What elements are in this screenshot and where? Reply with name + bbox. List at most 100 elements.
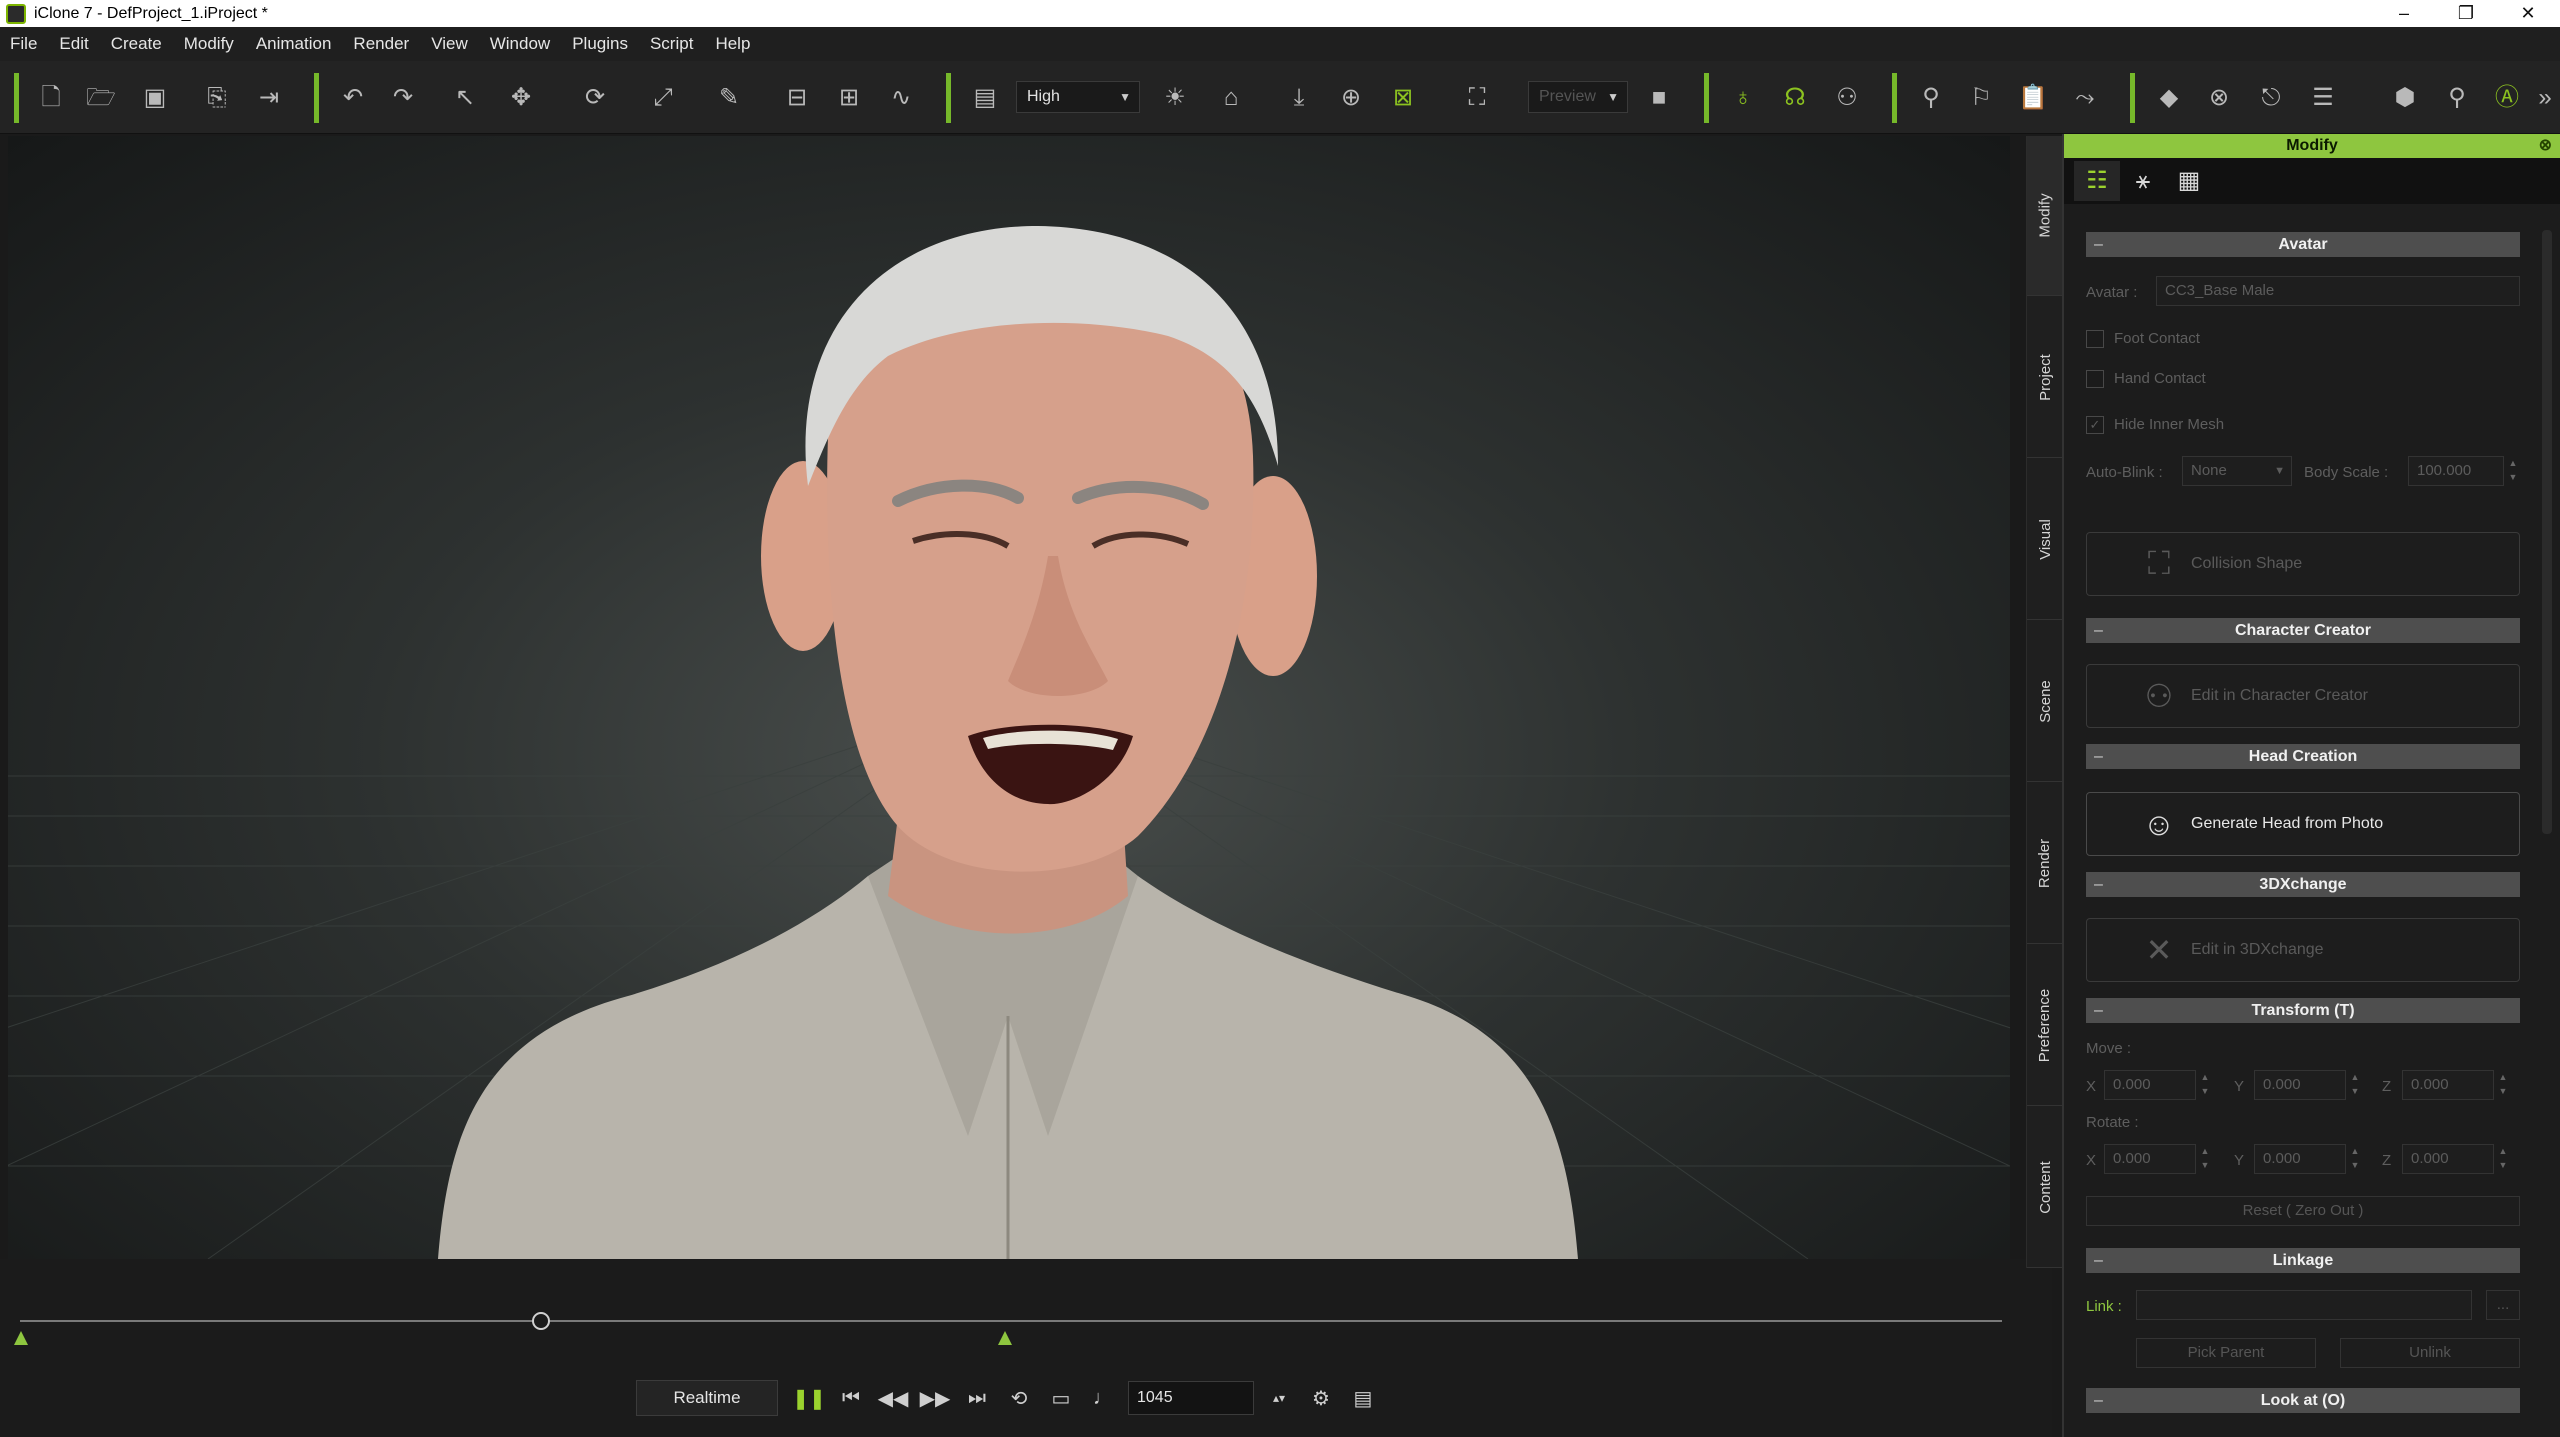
edit-in-character-creator-button[interactable]: ⚇ Edit in Character Creator (2086, 664, 2520, 728)
clipboard-icon[interactable]: 📋 (2016, 81, 2050, 115)
browse-link-button[interactable]: ... (2486, 1290, 2520, 1320)
menu-plugins[interactable]: Plugins (572, 34, 628, 54)
tab-content[interactable]: Content (2027, 1108, 2063, 1268)
camera-icon[interactable]: ■ (1642, 81, 1676, 115)
music-note-icon[interactable]: ♩ (1082, 1387, 1124, 1410)
hide-inner-mesh-checkbox[interactable]: ✓ (2086, 416, 2104, 434)
light-icon[interactable]: ☀ (1158, 81, 1192, 115)
section-3dxchange[interactable]: – 3DXchange (2086, 872, 2520, 897)
undo-icon[interactable]: ↶ (336, 81, 370, 115)
spinner-icon[interactable]: ▲ ▼ (2198, 1144, 2212, 1174)
save-icon[interactable]: ▣ (138, 81, 172, 115)
scale-icon[interactable]: ⤢ (646, 81, 680, 115)
timeline-track[interactable] (20, 1320, 2002, 1322)
frame-icon[interactable]: ⛶ (1460, 81, 1494, 115)
generate-head-from-photo-button[interactable]: ☺ Generate Head from Photo (2086, 792, 2520, 856)
move-icon[interactable]: ✥ (504, 81, 538, 115)
face-puppet-icon[interactable]: ☊ (1778, 81, 1812, 115)
align-icon[interactable]: ⊟ (780, 81, 814, 115)
tab-visual[interactable]: Visual (2027, 460, 2063, 620)
checker-icon[interactable]: ▦ (2166, 161, 2212, 201)
tab-scene[interactable]: Scene (2027, 622, 2063, 782)
panel-scrollbar[interactable] (2542, 230, 2552, 834)
move-y-field[interactable]: 0.000 (2254, 1070, 2346, 1100)
rotate-x-field[interactable]: 0.000 (2104, 1144, 2196, 1174)
pick-parent-button[interactable]: Pick Parent (2136, 1338, 2316, 1368)
close-icon[interactable]: ⊗ (2539, 134, 2552, 158)
reset-zero-out-button[interactable]: Reset ( Zero Out ) (2086, 1196, 2520, 1226)
edit-in-3dxchange-button[interactable]: ✕ Edit in 3DXchange (2086, 918, 2520, 982)
skip-to-end-icon[interactable]: ⏭ (956, 1387, 998, 1410)
pause-icon[interactable]: ❚❚ (788, 1386, 830, 1411)
realtime-button[interactable]: Realtime (636, 1380, 778, 1416)
tab-render[interactable]: Render (2027, 784, 2063, 944)
restore-button[interactable]: ❐ (2436, 0, 2496, 27)
motion-icon[interactable]: ⚹ (2120, 161, 2166, 201)
open-folder-icon[interactable]: 🗁 (84, 81, 118, 115)
settings-sliders-icon[interactable]: ☰ (2306, 81, 2340, 115)
menu-animation[interactable]: Animation (256, 34, 332, 54)
sliders-icon[interactable]: ☷ (2074, 161, 2120, 201)
export-icon[interactable]: ⇥ (252, 81, 286, 115)
drop-to-floor-icon[interactable]: ⤓ (1282, 81, 1316, 115)
menu-help[interactable]: Help (715, 34, 750, 54)
tab-preference[interactable]: Preference (2027, 946, 2063, 1106)
menu-create[interactable]: Create (111, 34, 162, 54)
section-avatar[interactable]: – Avatar (2086, 232, 2520, 257)
zoom-icon[interactable]: ⊗ (2202, 81, 2236, 115)
close-button[interactable]: ✕ (2498, 0, 2558, 27)
folder-export-icon[interactable]: ⎋ (2254, 81, 2288, 115)
redo-icon[interactable]: ↷ (386, 81, 420, 115)
section-transform[interactable]: – Transform (T) (2086, 998, 2520, 1023)
import-icon[interactable]: ⎘ (200, 81, 234, 115)
cube-icon[interactable]: ⬢ (2388, 81, 2422, 115)
wave-icon[interactable]: ∿ (884, 81, 918, 115)
minimize-button[interactable]: – (2374, 0, 2434, 27)
rotate-z-field[interactable]: 0.000 (2402, 1144, 2494, 1174)
link-field[interactable] (2136, 1290, 2472, 1320)
unlink-button[interactable]: Unlink (2340, 1338, 2520, 1368)
spinner-icon[interactable]: ▲ ▼ (2496, 1144, 2510, 1174)
preview-dropdown[interactable]: Preview ▼ (1528, 81, 1628, 113)
frame-input[interactable]: 1045 (1128, 1381, 1254, 1415)
distribute-icon[interactable]: ⊞ (832, 81, 866, 115)
move-x-field[interactable]: 0.000 (2104, 1070, 2196, 1100)
diamond-icon[interactable]: ◆ (2152, 81, 2186, 115)
menu-edit[interactable]: Edit (59, 34, 88, 54)
section-look-at[interactable]: – Look at (O) (2086, 1388, 2520, 1413)
menu-render[interactable]: Render (353, 34, 409, 54)
new-file-icon[interactable]: 🗋 (34, 81, 68, 115)
auto-blink-dropdown[interactable]: None ▼ (2182, 456, 2292, 486)
grid-icon[interactable]: ⊠ (1386, 81, 1420, 115)
foot-contact-checkbox[interactable] (2086, 330, 2104, 348)
collision-shape-button[interactable]: ⛶ Collision Shape (2086, 532, 2520, 596)
spinner-icon[interactable]: ▲ ▼ (2496, 1070, 2510, 1100)
layout-icon[interactable]: ▤ (968, 81, 1002, 115)
select-icon[interactable]: ↖ (448, 81, 482, 115)
plugin-icon[interactable]: Ⓐ (2490, 81, 2524, 115)
avatar-name-field[interactable]: CC3_Base Male (2156, 276, 2520, 306)
spinner-icon[interactable]: ▲ ▼ (2348, 1144, 2362, 1174)
spinner-icon[interactable]: ▲ ▼ (2348, 1070, 2362, 1100)
section-linkage[interactable]: – Linkage (2086, 1248, 2520, 1273)
move-z-field[interactable]: 0.000 (2402, 1070, 2494, 1100)
menu-view[interactable]: View (431, 34, 468, 54)
frame-spinner-icon[interactable]: ▴▾ (1258, 1391, 1300, 1405)
tab-project[interactable]: Project (2027, 298, 2063, 458)
search-icon[interactable]: ⚲ (2440, 81, 2474, 115)
rotate-y-field[interactable]: 0.000 (2254, 1144, 2346, 1174)
section-head-creation[interactable]: – Head Creation (2086, 744, 2520, 769)
rotate-icon[interactable]: ⟳ (578, 81, 612, 115)
tab-modify[interactable]: Modify (2027, 136, 2063, 296)
rewind-icon[interactable]: ◀◀ (872, 1386, 914, 1411)
actor-icon[interactable]: ⚲ (1914, 81, 1948, 115)
timeline-scrubber[interactable] (532, 1312, 550, 1330)
range-end-marker[interactable] (998, 1331, 1012, 1345)
body-scale-field[interactable]: 100.000 (2408, 456, 2504, 486)
crowd-icon[interactable]: ⚇ (1830, 81, 1864, 115)
quality-dropdown[interactable]: High ▼ (1016, 81, 1140, 113)
spinner-icon[interactable]: ▲ ▼ (2198, 1070, 2212, 1100)
menu-window[interactable]: Window (490, 34, 550, 54)
path-icon[interactable]: ⤳ (2068, 81, 2102, 115)
subtitle-icon[interactable]: ▭ (1040, 1386, 1082, 1411)
